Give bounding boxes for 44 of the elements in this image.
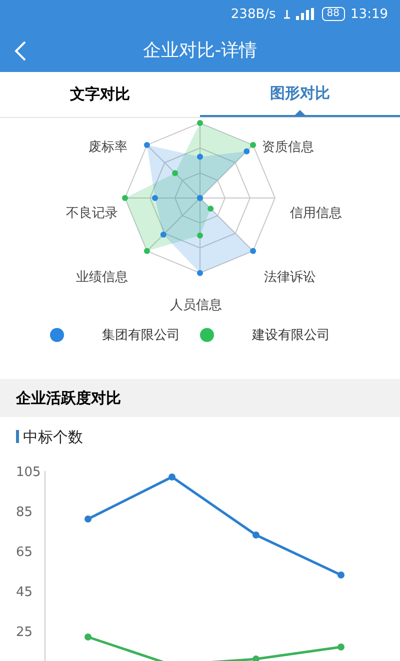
data-point xyxy=(84,634,92,641)
axis-label: 资质信息 xyxy=(262,138,314,157)
y-tick-label: 45 xyxy=(16,585,33,600)
back-button[interactable] xyxy=(12,38,28,63)
radar-point xyxy=(208,206,214,212)
radar-point xyxy=(122,194,128,201)
axis-label: 废标率 xyxy=(88,138,128,157)
y-tick-label: 105 xyxy=(16,465,41,480)
radar-point xyxy=(144,248,150,254)
legend-label: 集团有限公司 xyxy=(102,326,180,345)
clock: 13:19 xyxy=(350,6,388,24)
section-title: 企业活跃度对比 xyxy=(16,388,121,409)
y-tick-label: 65 xyxy=(16,545,33,560)
data-point xyxy=(338,572,344,579)
radar-point xyxy=(144,142,150,148)
legend-label: 建设有限公司 xyxy=(252,326,330,345)
data-point xyxy=(168,474,176,481)
tab[interactable]: 图形对比 xyxy=(200,72,400,117)
axis-label: 信用信息 xyxy=(290,204,342,223)
tab[interactable]: 文字对比 xyxy=(0,72,200,117)
battery-icon: 88 xyxy=(322,7,345,22)
chart-subtitle: 中标个数 xyxy=(23,426,83,448)
radar-point xyxy=(197,154,203,160)
page-title: 企业对比-详情 xyxy=(142,39,258,64)
radar-point xyxy=(152,194,158,201)
signal-icon xyxy=(282,8,316,20)
y-tick-label: 85 xyxy=(16,505,33,520)
axis-label: 不良记录 xyxy=(66,204,118,223)
radar-point xyxy=(197,270,203,276)
radar-point xyxy=(197,120,203,126)
data-point xyxy=(252,532,260,539)
network-speed: 238B/s xyxy=(230,6,276,24)
y-tick-label: 25 xyxy=(16,625,33,640)
radar-point xyxy=(197,232,203,238)
accent-bar xyxy=(16,430,19,444)
data-point xyxy=(338,644,344,651)
data-point xyxy=(252,656,260,661)
radar-point xyxy=(172,170,178,176)
radar-point xyxy=(250,248,256,254)
radar-point xyxy=(160,232,166,238)
axis-label: 业绩信息 xyxy=(76,268,128,287)
data-point xyxy=(84,516,92,523)
axis-label: 人员信息 xyxy=(170,296,222,315)
axis-label: 法律诉讼 xyxy=(264,268,316,287)
